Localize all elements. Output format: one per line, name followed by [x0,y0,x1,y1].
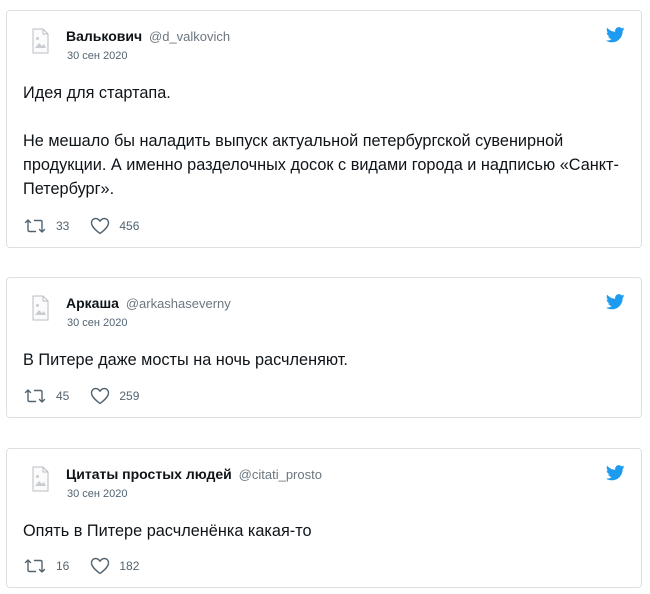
broken-image-icon [32,295,49,321]
like-count: 259 [119,389,140,403]
author-line: Аркаша @arkashaseverny [66,295,231,312]
author-display-name[interactable]: Аркаша [66,295,119,311]
retweet-icon [24,559,46,573]
retweet-count: 45 [56,389,70,403]
broken-image-icon [32,466,49,492]
author-display-name[interactable]: Валькович [66,28,142,44]
tweet-text: В Питере даже мосты на ночь расчленяют. [23,348,623,372]
tweet-paragraph: Идея для стартапа. [23,84,171,102]
tweet-card[interactable]: Цитаты простых людей @citati_prosto 30 с… [6,448,642,588]
tweet-card[interactable]: Аркаша @arkashaseverny 30 сен 2020 В Пит… [6,277,642,418]
tweet-text: Опять в Питере расчленёнка какая-то [23,519,623,543]
like-button[interactable]: 456 [90,217,139,235]
twitter-bird-icon[interactable] [606,27,625,43]
avatar[interactable] [22,23,58,59]
retweet-button[interactable]: 16 [23,558,69,574]
retweet-count: 33 [56,219,70,233]
like-button[interactable]: 182 [90,557,139,575]
twitter-bird-icon[interactable] [606,465,625,481]
heart-icon [91,557,110,575]
like-button[interactable]: 259 [90,387,139,405]
like-count: 456 [119,219,140,233]
tweet-actions: 45 259 [23,386,139,406]
tweet-paragraph: Не мешало бы наладить выпуск актуальной … [23,132,619,198]
retweet-icon [24,389,46,403]
tweet-text: Идея для стартапа. Не мешало бы наладить… [23,81,623,201]
broken-image-icon [32,28,49,54]
tweet-actions: 33 456 [23,216,139,236]
author-line: Валькович @d_valkovich [66,28,230,45]
twitter-bird-icon[interactable] [606,294,625,310]
tweet-date[interactable]: 30 сен 2020 [67,488,128,500]
author-handle[interactable]: @d_valkovich [149,29,230,44]
author-handle[interactable]: @citati_prosto [239,467,322,482]
retweet-button[interactable]: 45 [23,388,69,404]
like-count: 182 [119,559,140,573]
tweet-actions: 16 182 [23,556,139,576]
author-line: Цитаты простых людей @citati_prosto [66,466,322,483]
tweet-date[interactable]: 30 сен 2020 [67,50,128,62]
tweet-paragraph: Опять в Питере расчленёнка какая-то [23,522,312,540]
retweet-count: 16 [56,559,70,573]
heart-icon [91,387,110,405]
avatar[interactable] [22,461,58,497]
retweet-button[interactable]: 33 [23,218,69,234]
avatar[interactable] [22,290,58,326]
author-display-name[interactable]: Цитаты простых людей [66,466,232,482]
retweet-icon [24,219,46,233]
tweet-date[interactable]: 30 сен 2020 [67,317,128,329]
heart-icon [91,217,110,235]
author-handle[interactable]: @arkashaseverny [126,296,231,311]
tweet-card[interactable]: Валькович @d_valkovich 30 сен 2020 Идея … [6,10,642,248]
tweet-paragraph: В Питере даже мосты на ночь расчленяют. [23,351,348,369]
